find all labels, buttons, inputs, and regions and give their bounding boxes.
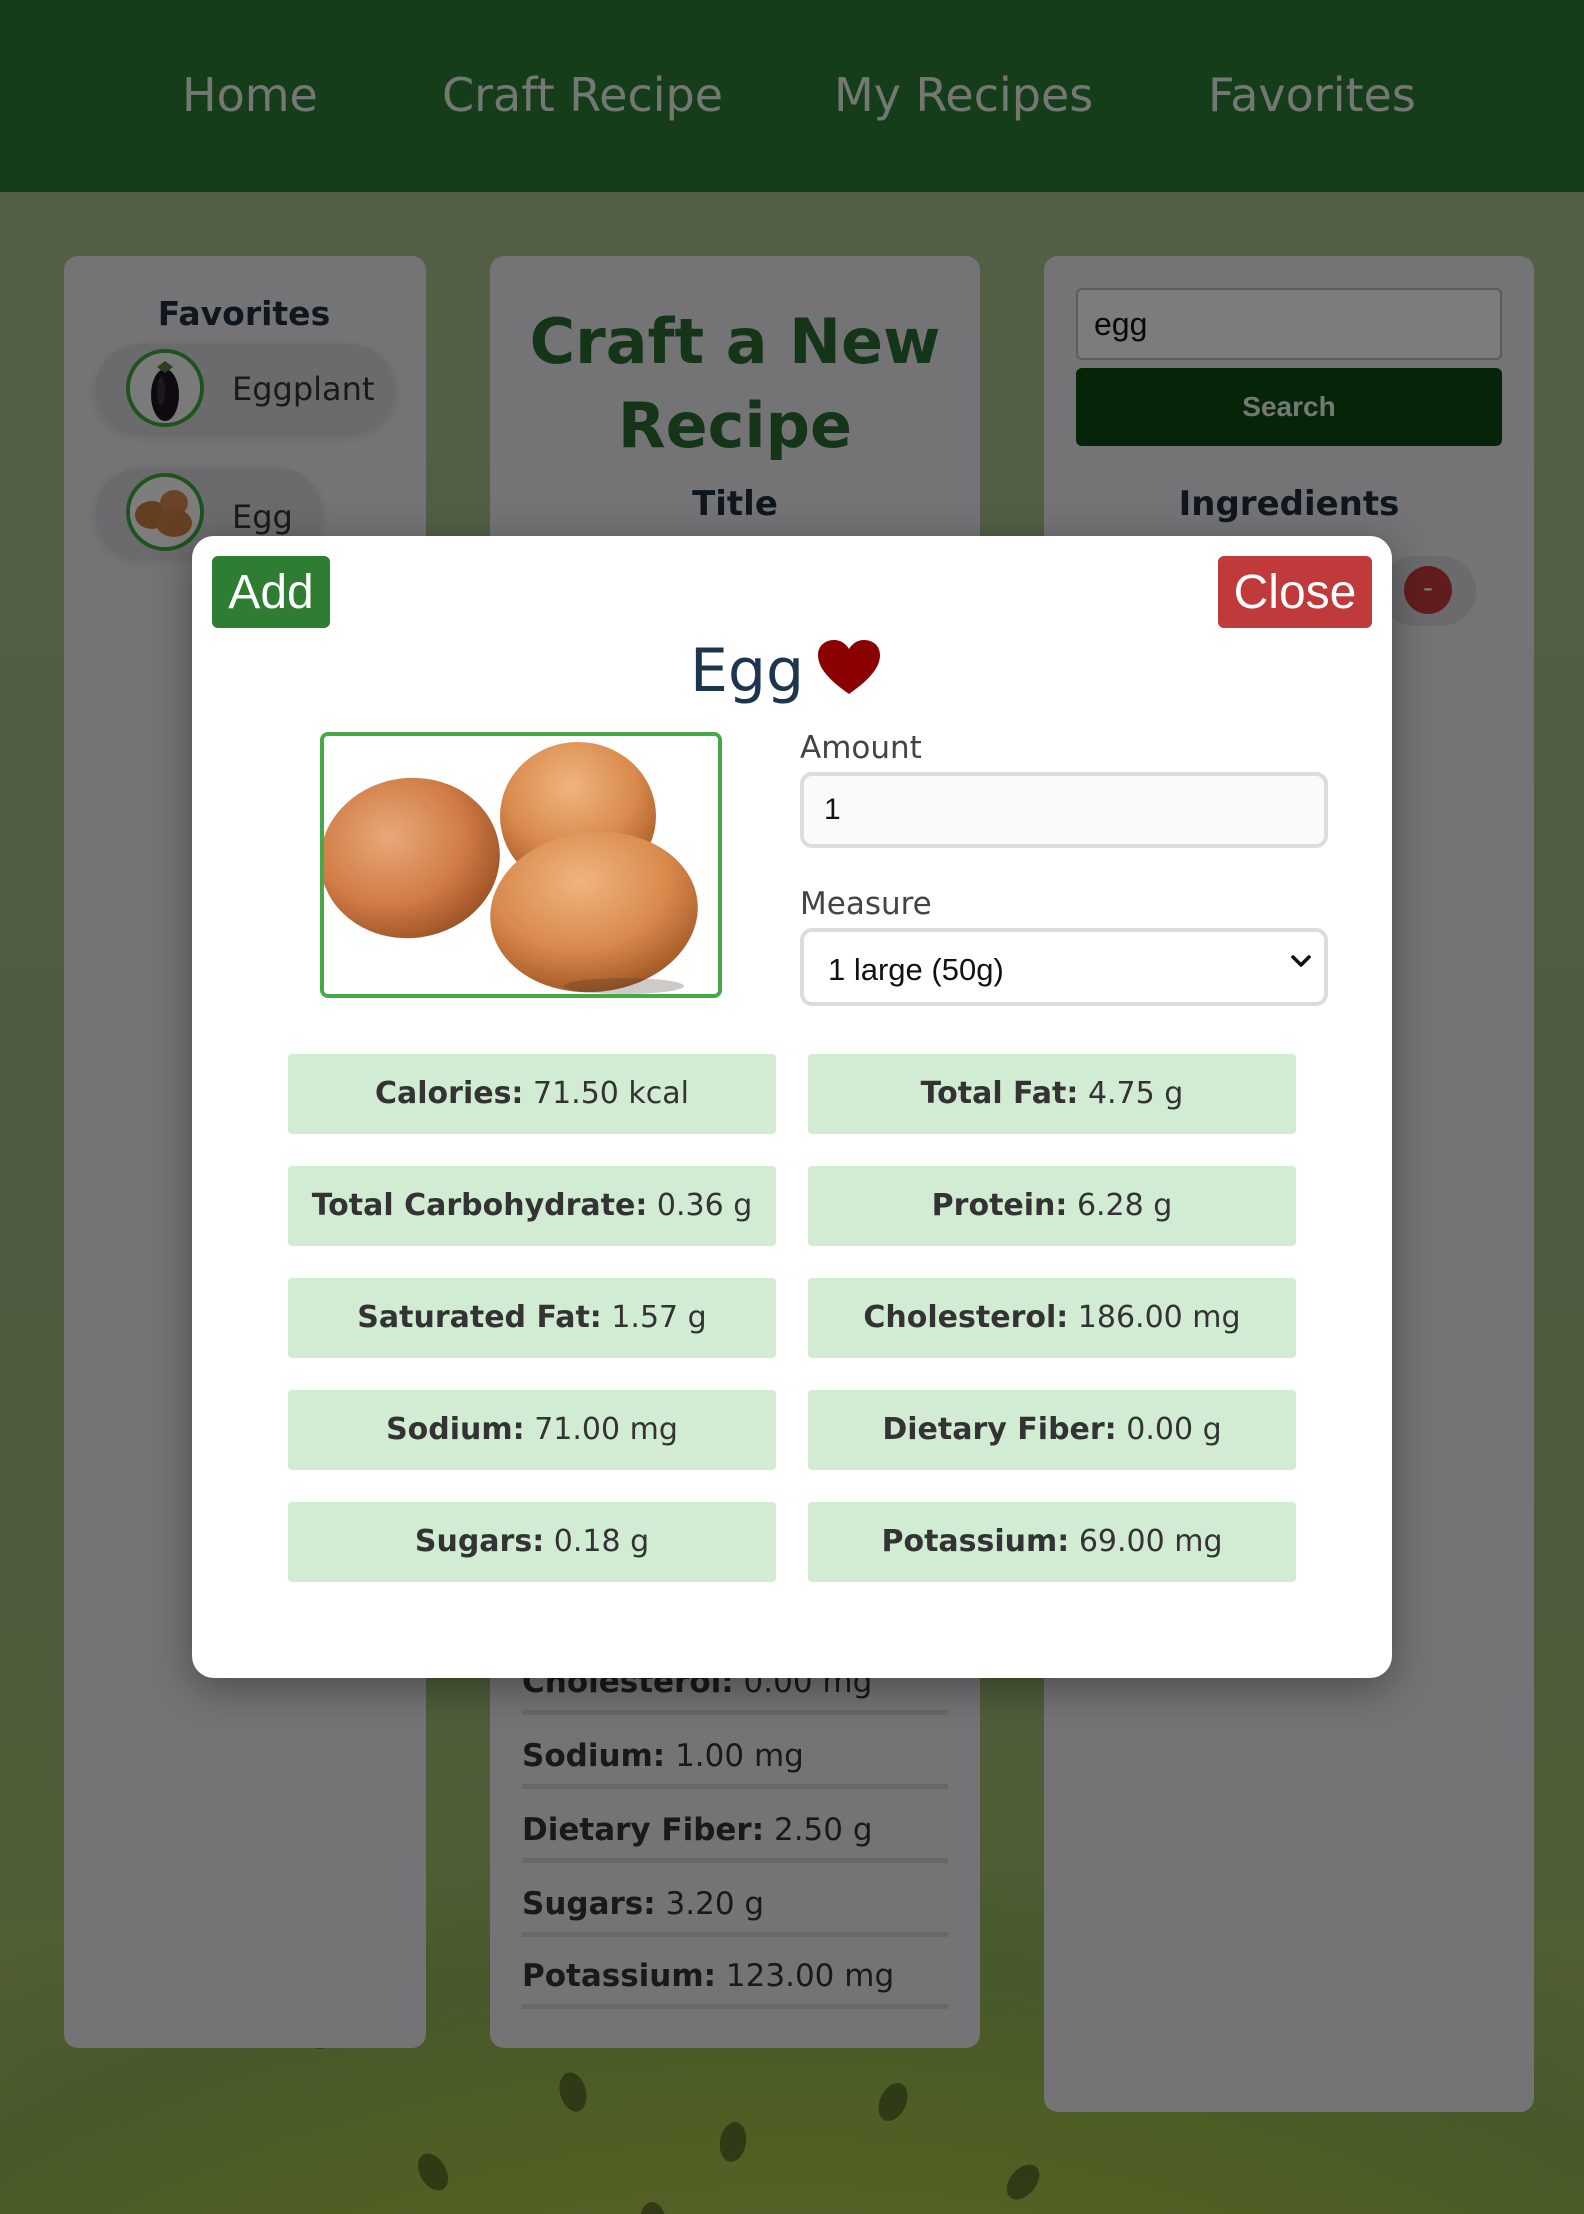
nutrient-sugars: Sugars: 0.18 g	[288, 1502, 776, 1582]
nutrient-saturated-fat: Saturated Fat: 1.57 g	[288, 1278, 776, 1358]
chevron-down-icon	[1291, 955, 1311, 967]
measure-label: Measure	[800, 886, 932, 922]
nutrient-protein: Protein: 6.28 g	[808, 1166, 1296, 1246]
amount-label: Amount	[800, 730, 922, 766]
ingredient-image	[320, 732, 722, 998]
amount-input[interactable]	[800, 772, 1328, 848]
add-button[interactable]: Add	[212, 556, 330, 628]
close-button[interactable]: Close	[1218, 556, 1372, 628]
nutrient-total-carbohydrate: Total Carbohydrate: 0.36 g	[288, 1166, 776, 1246]
measure-select[interactable]: 1 large (50g)	[800, 928, 1328, 1006]
nutrient-potassium: Potassium: 69.00 mg	[808, 1502, 1296, 1582]
ingredient-title: Egg	[192, 636, 1392, 706]
nutrient-calories: Calories: 71.50 kcal	[288, 1054, 776, 1134]
nutrient-total-fat: Total Fat: 4.75 g	[808, 1054, 1296, 1134]
nutrient-dietary-fiber: Dietary Fiber: 0.00 g	[808, 1390, 1296, 1470]
measure-selected-value: 1 large (50g)	[828, 952, 1004, 987]
heart-icon[interactable]	[818, 640, 880, 696]
nutrient-cholesterol: Cholesterol: 186.00 mg	[808, 1278, 1296, 1358]
ingredient-modal: Add Close Egg Amount 1 Measure 1 large (…	[192, 536, 1392, 1678]
nutrient-sodium: Sodium: 71.00 mg	[288, 1390, 776, 1470]
ingredient-name: Egg	[689, 636, 805, 706]
